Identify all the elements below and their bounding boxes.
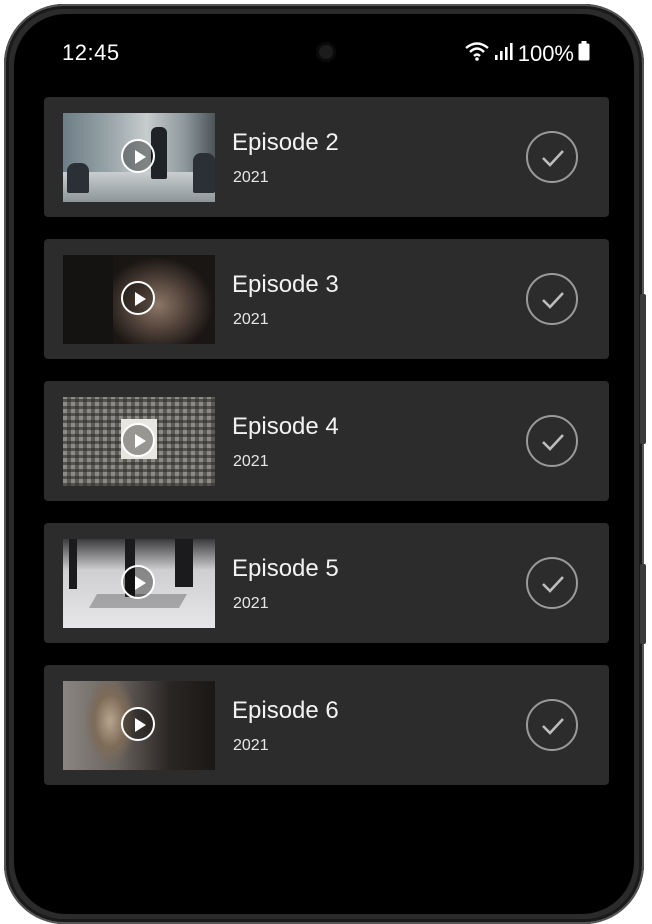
episode-card[interactable]: Episode 4 2021: [44, 381, 609, 501]
episode-year: 2021: [233, 595, 269, 612]
status-time: 12:45: [62, 40, 120, 65]
episode-thumbnail[interactable]: [63, 397, 215, 486]
signal-icon: [494, 41, 514, 67]
episode-title: Episode 5: [232, 555, 339, 582]
screen: 12:45 100% Episode 2 2021 Episode 3 2021…: [14, 14, 634, 914]
status-icons: 100%: [464, 41, 590, 67]
episode-card[interactable]: Episode 6 2021: [44, 665, 609, 785]
power-button: [640, 564, 646, 644]
front-camera: [316, 42, 336, 62]
episode-year: 2021: [233, 311, 269, 328]
battery-icon: [578, 41, 590, 67]
play-icon[interactable]: [121, 281, 155, 315]
status-bar: 12:45 100%: [14, 14, 634, 84]
play-icon[interactable]: [121, 707, 155, 741]
episode-list: Episode 2 2021 Episode 3 2021 Episode 4 …: [44, 97, 609, 807]
episode-thumbnail[interactable]: [63, 539, 215, 628]
episode-thumbnail[interactable]: [63, 113, 215, 202]
wifi-icon: [464, 41, 490, 67]
watched-check-icon[interactable]: [526, 557, 578, 609]
episode-card[interactable]: Episode 3 2021: [44, 239, 609, 359]
watched-check-icon[interactable]: [526, 415, 578, 467]
episode-year: 2021: [233, 453, 269, 470]
episode-thumbnail[interactable]: [63, 681, 215, 770]
episode-year: 2021: [233, 169, 269, 186]
phone-frame: 12:45 100% Episode 2 2021 Episode 3 2021…: [4, 4, 646, 924]
watched-check-icon[interactable]: [526, 131, 578, 183]
play-icon[interactable]: [121, 139, 155, 173]
episode-thumbnail[interactable]: [63, 255, 215, 344]
watched-check-icon[interactable]: [526, 699, 578, 751]
play-icon[interactable]: [121, 565, 155, 599]
battery-percent: 100%: [517, 41, 574, 66]
play-icon[interactable]: [121, 423, 155, 457]
volume-button: [640, 294, 646, 444]
episode-title: Episode 4: [232, 413, 339, 440]
episode-title: Episode 2: [232, 129, 339, 156]
episode-title: Episode 6: [232, 697, 339, 724]
watched-check-icon[interactable]: [526, 273, 578, 325]
episode-year: 2021: [233, 737, 269, 754]
episode-card[interactable]: Episode 2 2021: [44, 97, 609, 217]
episode-card[interactable]: Episode 5 2021: [44, 523, 609, 643]
episode-title: Episode 3: [232, 271, 339, 298]
